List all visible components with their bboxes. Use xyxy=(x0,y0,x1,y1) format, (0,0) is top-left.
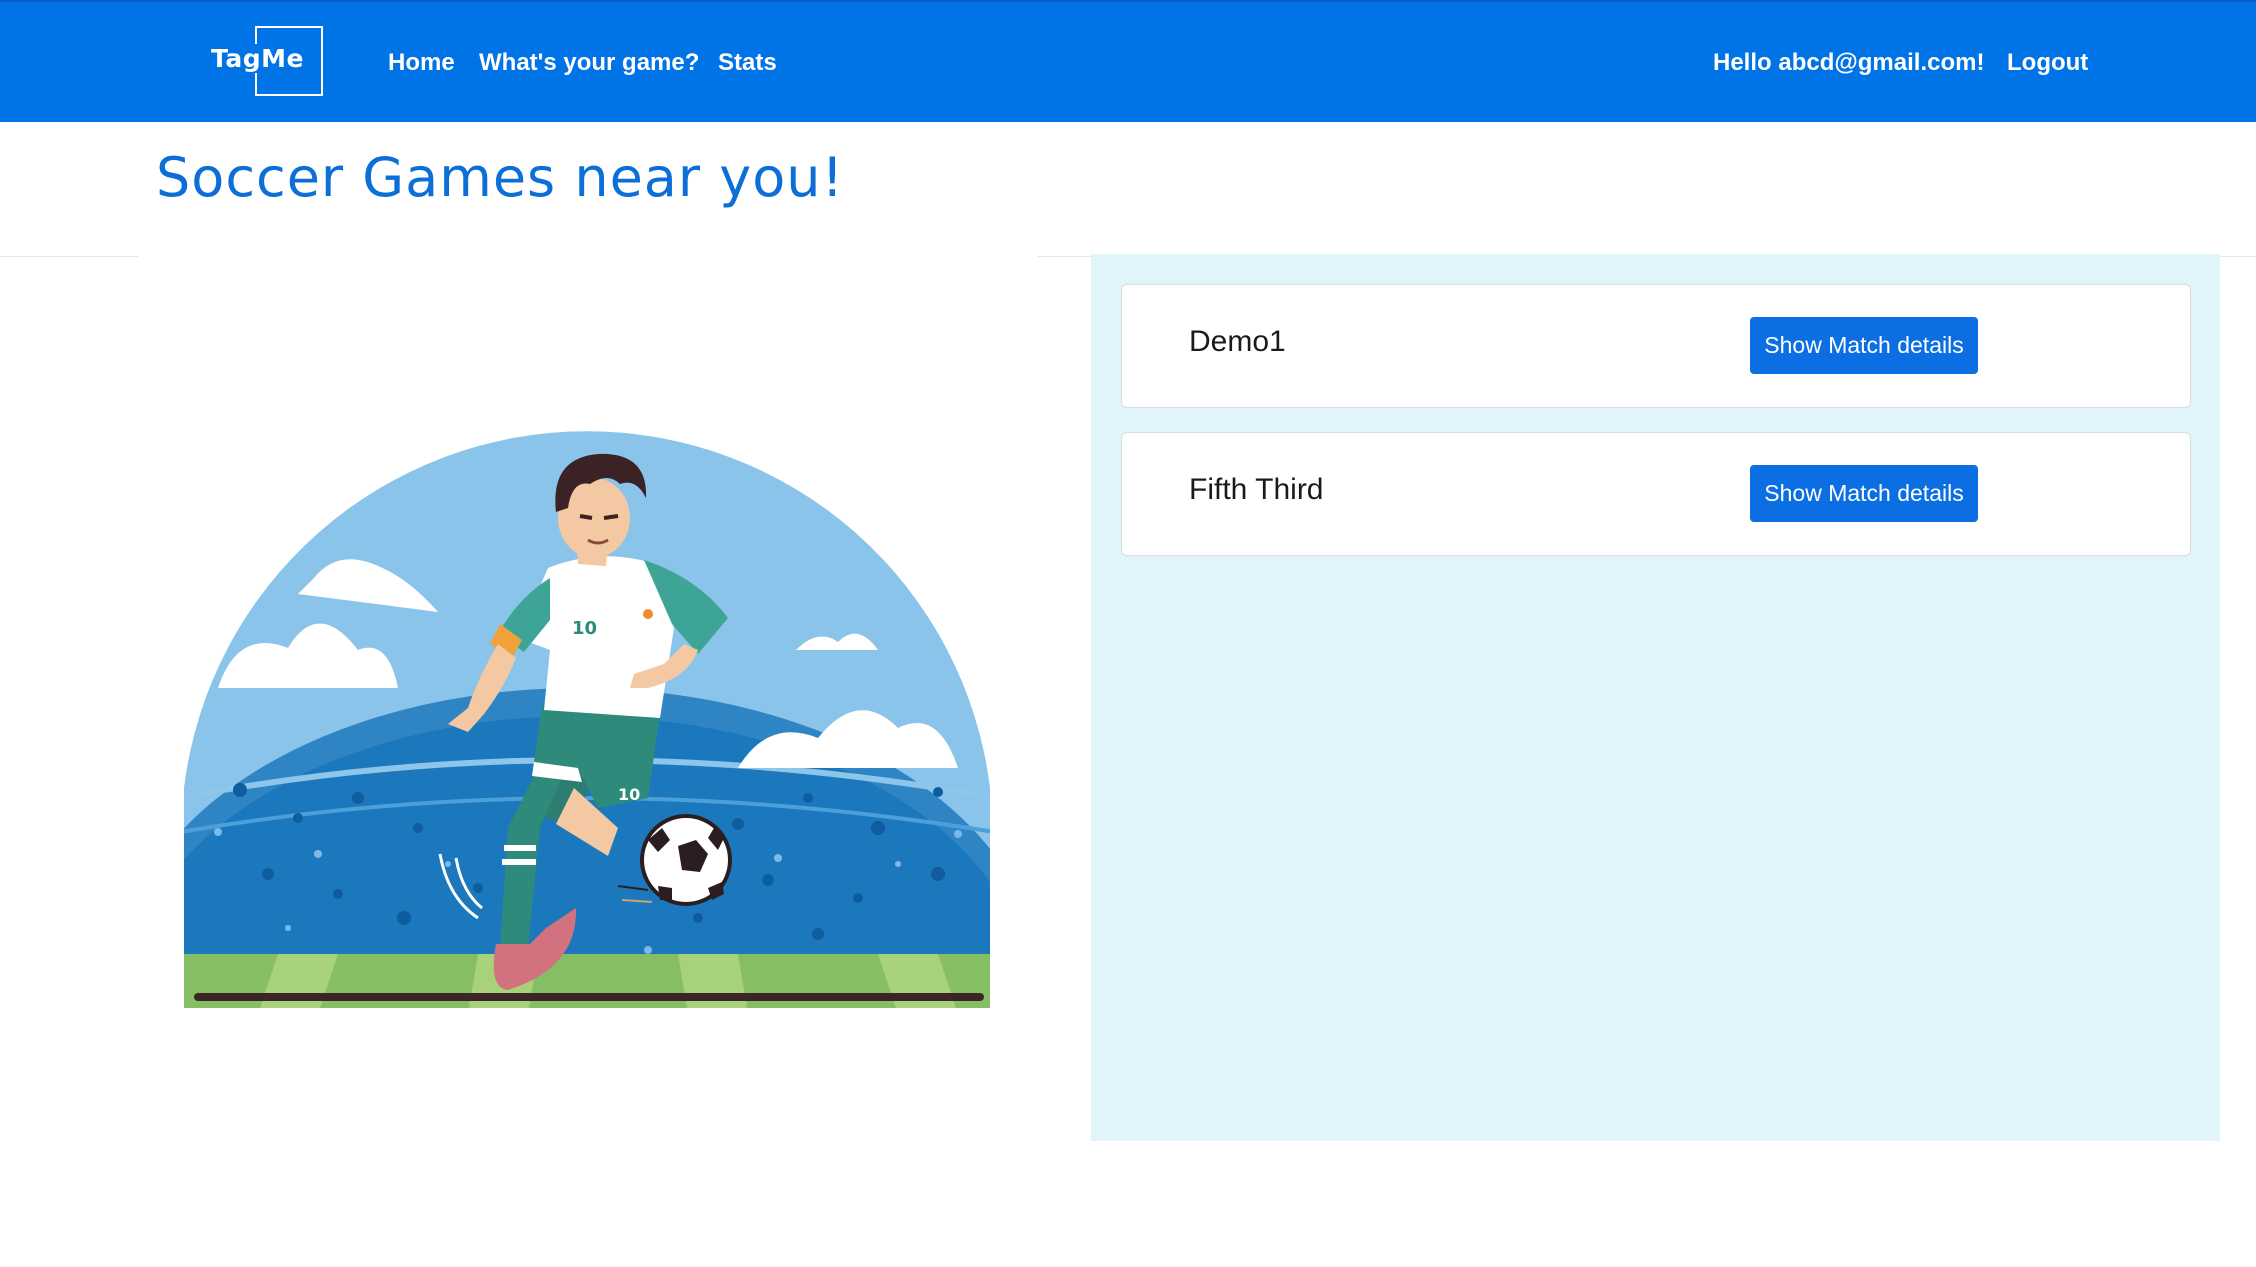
matches-panel: Demo1 Show Match details Fifth Third Sho… xyxy=(1091,254,2220,1141)
soccer-player-illustration: 10 10 xyxy=(184,431,990,1008)
brand-logo-text: TagMe xyxy=(209,44,306,73)
page-title: Soccer Games near you! xyxy=(156,146,845,209)
brand-logo[interactable]: TagMe xyxy=(203,24,325,100)
divider-left xyxy=(0,256,138,257)
match-name: Fifth Third xyxy=(1189,473,1324,506)
top-navbar: TagMe Home What's your game? Stats Hello… xyxy=(0,0,2256,122)
jersey-number: 10 xyxy=(572,618,597,639)
shorts-number: 10 xyxy=(618,785,640,804)
match-name: Demo1 xyxy=(1189,325,1286,358)
match-card: Fifth Third Show Match details xyxy=(1121,432,2191,556)
nav-link-home[interactable]: Home xyxy=(388,49,455,77)
logout-link[interactable]: Logout xyxy=(2007,49,2088,77)
nav-link-stats[interactable]: Stats xyxy=(718,49,777,77)
match-card: Demo1 Show Match details xyxy=(1121,284,2191,408)
show-match-details-button[interactable]: Show Match details xyxy=(1750,317,1978,374)
nav-link-whats-your-game[interactable]: What's your game? xyxy=(479,49,699,77)
show-match-details-button[interactable]: Show Match details xyxy=(1750,465,1978,522)
user-greeting: Hello abcd@gmail.com! xyxy=(1713,49,1985,76)
